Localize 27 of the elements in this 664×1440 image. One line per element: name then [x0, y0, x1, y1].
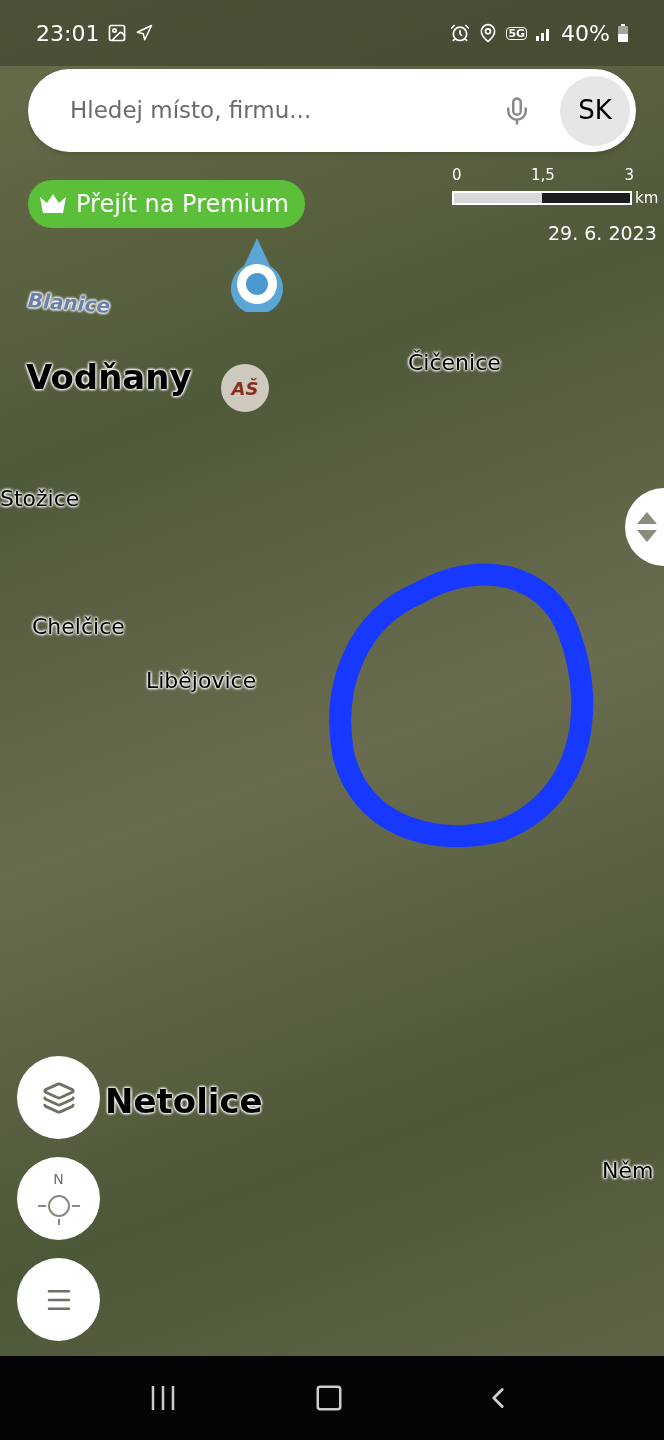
search-field[interactable]: Hledej místo, firmu... SK: [28, 69, 636, 152]
place-label: Blanice: [27, 287, 112, 320]
up-down-arrows-icon: [637, 512, 657, 542]
place-label: Něm: [602, 1157, 654, 1185]
scale-tick: 0: [452, 165, 462, 186]
place-label: Chelčice: [32, 613, 125, 641]
battery-icon: [618, 24, 628, 42]
home-icon[interactable]: [314, 1383, 344, 1413]
scale-tick: 3: [624, 165, 634, 186]
account-avatar[interactable]: SK: [560, 75, 630, 146]
place-label: Vodňany: [26, 356, 192, 399]
alarm-icon: [450, 23, 471, 43]
navigation-icon: [135, 24, 154, 42]
status-time: 23:01: [36, 19, 100, 48]
crown-icon: [38, 193, 68, 215]
layers-icon: [41, 1080, 76, 1115]
scale-tick: 1,5: [531, 165, 555, 186]
place-label: Stožice: [0, 485, 80, 513]
place-label: Čičenice: [408, 349, 501, 377]
battery-percent: 40%: [561, 19, 610, 48]
place-label: Netolice: [105, 1080, 263, 1123]
scale-unit: km: [635, 187, 659, 209]
place-label: Libějovice: [146, 667, 257, 695]
location-marker-icon: [230, 236, 284, 312]
network-type: 5G: [506, 26, 528, 40]
image-icon: [107, 23, 128, 43]
imagery-date: 29. 6. 2023: [548, 221, 658, 246]
